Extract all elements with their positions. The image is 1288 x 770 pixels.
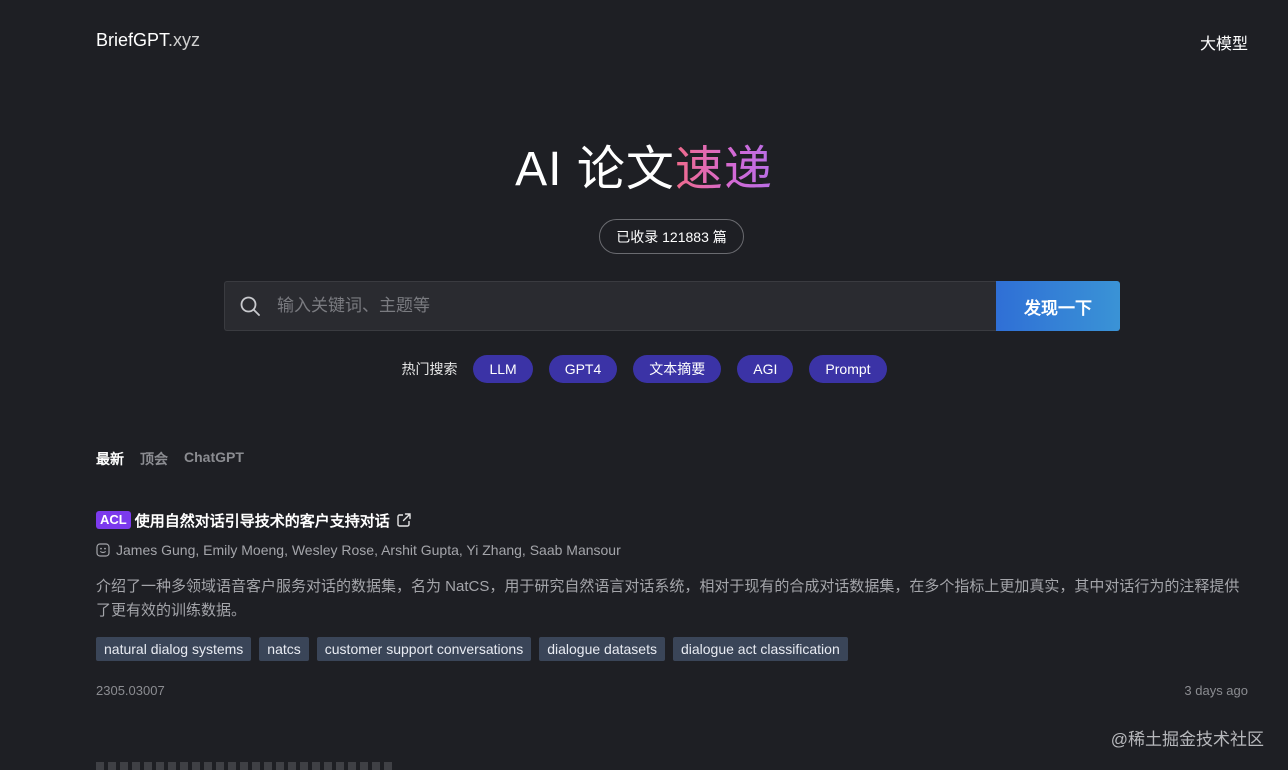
hot-tag-gpt4[interactable]: GPT4 — [548, 355, 618, 383]
keyword-tag[interactable]: customer support conversations — [316, 637, 532, 661]
nav-link-large-models[interactable]: 大模型 — [1200, 30, 1248, 54]
paper-abstract: 介绍了一种多领域语音客户服务对话的数据集，名为 NatCS，用于研究自然语言对话… — [96, 578, 1240, 619]
search-input[interactable] — [277, 296, 996, 316]
hot-tag-agi[interactable]: AGI — [737, 355, 794, 383]
smiley-face-icon — [96, 543, 110, 557]
page-title: AI 论文速递 — [0, 142, 1288, 198]
search-icon — [239, 295, 261, 317]
paper-title[interactable]: 使用自然对话引导技术的客户支持对话 — [135, 510, 390, 531]
tab-chatgpt[interactable]: ChatGPT — [184, 449, 244, 469]
header: BriefGPT.xyz 大模型 — [96, 30, 1248, 54]
external-link-icon[interactable] — [396, 512, 412, 528]
authors-list: James Gung, Emily Moeng, Wesley Rose, Ar… — [116, 542, 621, 558]
next-paper-title-partial — [96, 762, 396, 770]
watermark: @稀土掘金技术社区 — [1110, 730, 1264, 749]
paper-title-row[interactable]: ACL 使用自然对话引导技术的客户支持对话 — [96, 509, 1248, 531]
hot-search-label: 热门搜索 — [401, 361, 458, 377]
hot-tag-prompt[interactable]: Prompt — [809, 355, 887, 383]
search-box — [224, 281, 996, 331]
keyword-list: natural dialog systems natcs customer su… — [96, 637, 1248, 661]
title-highlight: 速递 — [674, 143, 773, 196]
hot-search-row: 热门搜索 LLM GPT4 文本摘要 AGI Prompt — [0, 355, 1288, 383]
keyword-tag[interactable]: natcs — [259, 637, 309, 661]
keyword-tag[interactable]: dialogue act classification — [672, 637, 848, 661]
venue-badge: ACL — [96, 511, 131, 529]
logo-main[interactable]: BriefGPT — [96, 30, 168, 50]
arxiv-id[interactable]: 2305.03007 — [96, 683, 165, 698]
tab-top-conferences[interactable]: 顶会 — [140, 449, 168, 469]
title-plain: AI 论文 — [515, 143, 675, 196]
keyword-tag[interactable]: dialogue datasets — [539, 637, 665, 661]
site-logo[interactable]: BriefGPT.xyz — [96, 30, 200, 51]
collection-count-badge: 已收录 121883 篇 — [599, 219, 744, 254]
keyword-tag[interactable]: natural dialog systems — [96, 637, 252, 661]
tab-latest[interactable]: 最新 — [96, 449, 124, 469]
logo-tld[interactable]: .xyz — [168, 30, 200, 50]
hot-tag-llm[interactable]: LLM — [473, 355, 533, 383]
category-tabs: 最新 顶会 ChatGPT — [96, 449, 244, 469]
search-button[interactable]: 发现一下 — [996, 281, 1120, 331]
authors-row: James Gung, Emily Moeng, Wesley Rose, Ar… — [96, 541, 1248, 559]
hot-tag-summarization[interactable]: 文本摘要 — [633, 355, 722, 383]
paper-timestamp: 3 days ago — [1184, 683, 1248, 698]
paper-meta-row: 2305.03007 3 days ago — [96, 683, 1248, 698]
search-bar: 发现一下 — [224, 281, 1120, 331]
paper-card: ACL 使用自然对话引导技术的客户支持对话 James Gung, Emily … — [96, 509, 1248, 698]
